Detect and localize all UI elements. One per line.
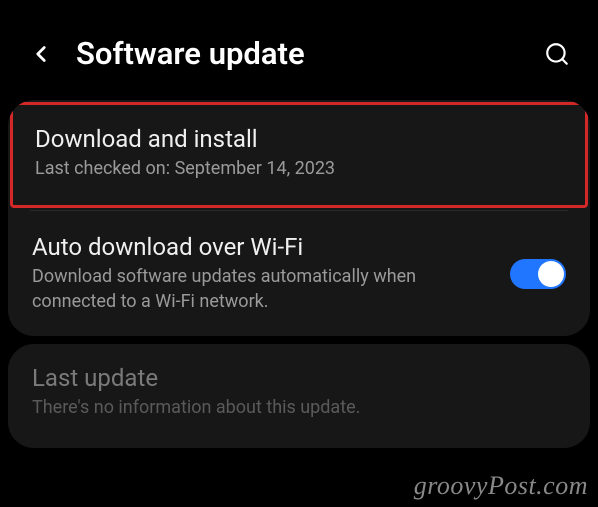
- back-button[interactable]: [28, 41, 54, 67]
- item-text: Auto download over Wi-Fi Download softwa…: [32, 233, 494, 314]
- item-title: Download and install: [35, 125, 563, 153]
- search-button[interactable]: [544, 41, 570, 67]
- item-title: Last update: [32, 364, 566, 392]
- search-icon: [544, 41, 570, 67]
- download-install-item[interactable]: Download and install Last checked on: Se…: [10, 102, 588, 208]
- last-update-item[interactable]: Last update There's no information about…: [8, 344, 590, 448]
- settings-card-main: Download and install Last checked on: Se…: [8, 100, 590, 336]
- header: Software update: [0, 0, 598, 92]
- auto-download-toggle[interactable]: [510, 259, 566, 289]
- item-subtitle: There's no information about this update…: [32, 396, 566, 420]
- item-subtitle: Download software updates automatically …: [32, 265, 494, 314]
- auto-download-item[interactable]: Auto download over Wi-Fi Download softwa…: [8, 211, 590, 336]
- chevron-left-icon: [28, 41, 54, 67]
- toggle-knob: [538, 261, 564, 287]
- settings-card-last-update: Last update There's no information about…: [8, 344, 590, 448]
- watermark: groovyPost.com: [414, 471, 588, 501]
- item-subtitle: Last checked on: September 14, 2023: [35, 157, 563, 181]
- item-title: Auto download over Wi-Fi: [32, 233, 494, 261]
- page-title: Software update: [76, 35, 544, 72]
